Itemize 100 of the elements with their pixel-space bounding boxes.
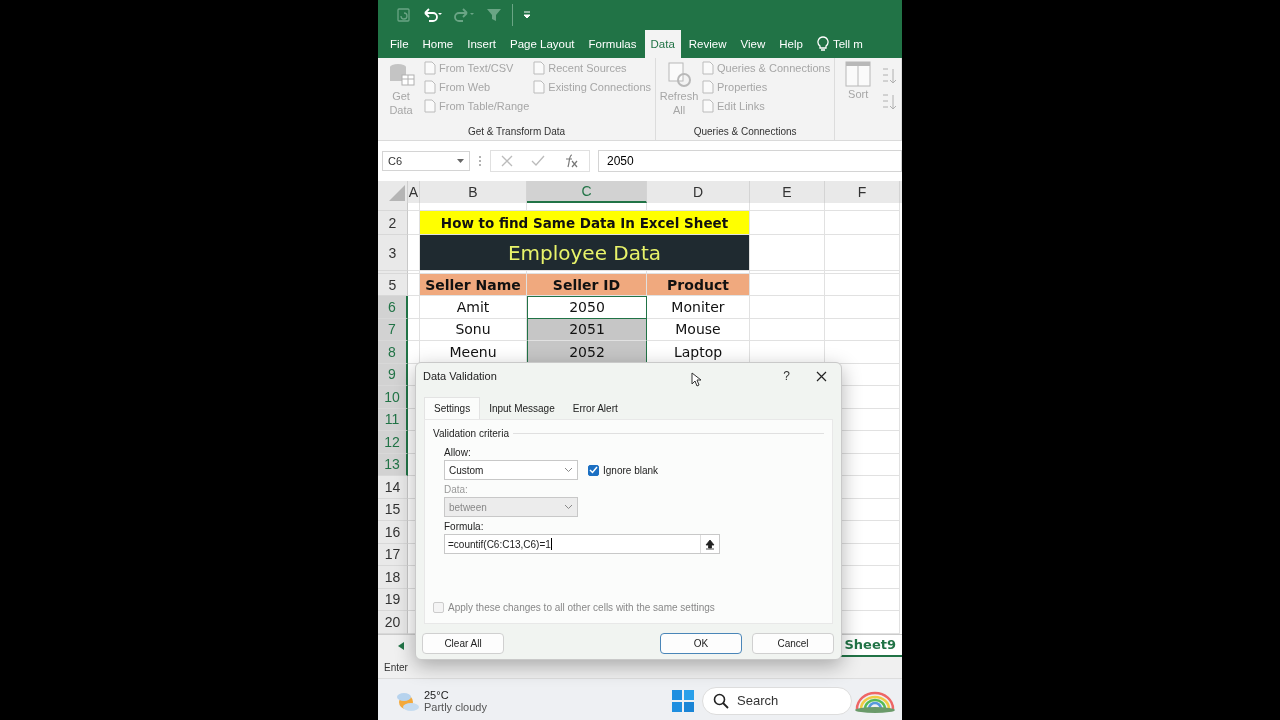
scroll-left-icon[interactable] — [398, 641, 404, 650]
dialog-tab[interactable]: Settings — [424, 397, 481, 419]
table-cell: Moniter — [647, 296, 750, 319]
status-text: Enter — [384, 661, 408, 673]
group-label: Get & Transform Data — [466, 125, 567, 139]
enter-icon[interactable] — [531, 155, 545, 167]
table-cell: Seller Name — [420, 274, 527, 296]
table-cell — [408, 318, 420, 341]
chevron-icon — [564, 467, 573, 473]
column-header[interactable]: D — [647, 181, 750, 203]
ribbon-tab[interactable]: Review — [682, 30, 733, 58]
document-icon — [424, 61, 436, 75]
column-header[interactable]: F — [825, 181, 900, 203]
ribbon-tab[interactable]: Insert — [461, 30, 502, 58]
row-header[interactable]: 10 — [378, 386, 408, 409]
cancel-icon[interactable] — [501, 155, 513, 167]
close-button[interactable] — [816, 370, 827, 382]
column-header[interactable]: E — [750, 181, 825, 203]
section-label: Validation criteria — [433, 428, 509, 439]
title-cell: How to find Same Data In Excel Sheet — [420, 211, 750, 235]
row-header[interactable]: 14 — [378, 476, 408, 499]
row-header[interactable]: 12 — [378, 431, 408, 454]
row-header[interactable]: 15 — [378, 498, 408, 521]
redo-icon[interactable] — [454, 7, 476, 23]
ignore-blank-checkbox[interactable]: Ignore blank — [588, 464, 659, 476]
allow-dropdown[interactable]: Custom — [444, 460, 578, 480]
undo-icon[interactable] — [422, 7, 444, 23]
dialog-tab[interactable]: Input Message — [480, 397, 564, 419]
banner-cell: Employee Data — [420, 235, 750, 271]
dialog-tab[interactable]: Error Alert — [563, 397, 627, 419]
customize-icon[interactable] — [523, 10, 531, 20]
field-label: Formula: — [443, 521, 485, 532]
row-header[interactable]: 17 — [378, 543, 408, 566]
group-label: Queries & Connections — [692, 125, 798, 139]
table-cell: 2050 — [527, 296, 647, 319]
dialog-title: Data Validation — [423, 370, 497, 382]
sort-icon — [845, 61, 872, 87]
row-header[interactable]: 18 — [378, 566, 408, 589]
field-label: Data: — [443, 484, 469, 495]
dialog-button[interactable]: OK — [660, 633, 742, 654]
name-box[interactable]: C6 — [382, 151, 470, 171]
row-header[interactable]: 9 — [378, 363, 408, 386]
windows-logo-icon[interactable] — [672, 689, 694, 712]
sort-descending-icon[interactable] — [881, 93, 898, 111]
weather-text: Partly cloudy — [424, 700, 487, 713]
table-cell: Seller ID — [527, 274, 647, 296]
chevron-icon — [564, 504, 573, 510]
formula-field[interactable]: 2050 — [598, 150, 902, 172]
table-cell: Mouse — [647, 318, 750, 341]
row-header[interactable]: 3 — [378, 235, 408, 271]
row-header[interactable]: 19 — [378, 588, 408, 611]
temperature: 25°C — [424, 688, 450, 701]
column-header[interactable]: C — [527, 181, 647, 203]
table-cell — [408, 296, 420, 319]
row-header[interactable]: 11 — [378, 408, 408, 431]
dropdown-icon — [457, 158, 464, 164]
row-header[interactable] — [378, 203, 408, 211]
table-cell: Product — [647, 274, 750, 296]
row-header[interactable]: 5 — [378, 274, 408, 296]
ribbon-tab[interactable]: File — [384, 30, 415, 58]
mouse-cursor-icon — [691, 372, 701, 387]
filter-icon[interactable] — [486, 7, 502, 23]
document-icon — [702, 61, 715, 75]
autosave-icon[interactable] — [396, 7, 412, 23]
document-icon — [702, 80, 715, 94]
dialog-button[interactable]: Cancel — [752, 633, 834, 654]
ribbon-tab[interactable]: View — [734, 30, 772, 58]
help-button[interactable]: ? — [783, 369, 790, 383]
lightbulb-icon — [816, 36, 829, 52]
field-label: Allow: — [443, 447, 472, 458]
dialog-button[interactable]: Clear All — [422, 633, 504, 654]
table-cell — [408, 341, 420, 364]
document-icon — [533, 61, 546, 75]
tell-me-button[interactable]: Tell m — [810, 30, 863, 58]
document-icon — [424, 80, 436, 94]
row-header[interactable]: 6 — [378, 296, 408, 319]
row-header[interactable]: 8 — [378, 341, 408, 364]
row-header[interactable]: 2 — [378, 211, 408, 235]
row-header[interactable]: 7 — [378, 318, 408, 341]
refresh-icon — [665, 61, 694, 89]
table-cell: 2052 — [527, 341, 647, 364]
column-header[interactable]: A — [408, 181, 420, 203]
document-icon — [533, 80, 546, 94]
search-field[interactable]: Search — [702, 686, 852, 715]
search-icon — [713, 692, 729, 709]
sort-ascending-icon[interactable] — [881, 67, 898, 85]
ribbon-tab[interactable]: Page Layout — [504, 30, 581, 58]
ribbon-tab[interactable]: Data — [644, 30, 681, 58]
row-header[interactable]: 16 — [378, 521, 408, 544]
more-icon — [478, 155, 482, 167]
row-header[interactable]: 20 — [378, 611, 408, 634]
ribbon-tab[interactable]: Formulas — [582, 30, 643, 58]
row-header[interactable]: 13 — [378, 453, 408, 476]
document-icon — [424, 99, 436, 113]
checkmark-icon — [589, 466, 598, 474]
select-all-icon[interactable] — [389, 185, 405, 201]
ribbon-tab[interactable]: Help — [773, 30, 809, 58]
function-icon[interactable] — [563, 154, 579, 168]
document-icon — [702, 99, 715, 113]
ribbon-tab[interactable]: Home — [416, 30, 460, 58]
